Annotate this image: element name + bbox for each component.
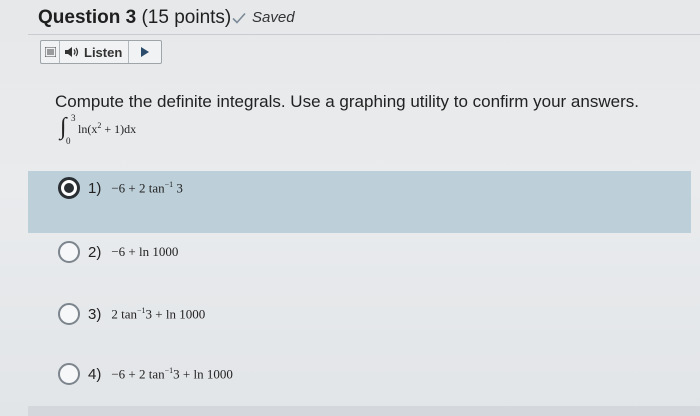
option-expr-b: 3 xyxy=(176,180,183,196)
answer-option-3[interactable]: 3) 2 tan−13 + ln 1000 xyxy=(58,303,205,325)
radio-button[interactable] xyxy=(58,241,80,263)
option-expr-sup: −1 xyxy=(136,305,146,315)
question-points: (15 points) xyxy=(141,7,232,28)
integrand: ln(x2 + 1)dx xyxy=(78,121,136,137)
question-header: Question 3 (15 points) Saved xyxy=(0,0,700,34)
option-expr-a: −6 + ln 1000 xyxy=(111,244,179,259)
integrand-prefix: ln(x xyxy=(78,122,98,136)
integral-upper-limit: 3 xyxy=(71,113,76,123)
radio-button[interactable] xyxy=(58,303,80,325)
integrand-suffix: + 1)dx xyxy=(101,122,137,136)
speaker-icon xyxy=(65,47,79,57)
page-bottom-edge xyxy=(28,406,700,416)
saved-status: Saved xyxy=(232,9,295,26)
radio-dot xyxy=(64,183,74,193)
quiz-page: Question 3 (15 points) Saved Listen Comp… xyxy=(0,0,700,416)
play-button[interactable] xyxy=(129,41,161,63)
answer-option-2[interactable]: 2) −6 + ln 1000 xyxy=(58,241,178,263)
integral-expression: ∫ 3 0 ln(x2 + 1)dx xyxy=(58,112,258,148)
option-expr-b: 3 + ln 1000 xyxy=(145,306,206,322)
header-divider xyxy=(28,34,700,35)
option-number: 3) xyxy=(88,305,102,323)
question-number: Question 3 xyxy=(38,7,137,28)
question-title: Question 3 (15 points) xyxy=(38,7,231,29)
radio-button[interactable] xyxy=(58,363,80,385)
option-expr-sup: −1 xyxy=(164,179,174,189)
option-number: 2) xyxy=(88,243,102,261)
listen-button[interactable]: Listen xyxy=(60,41,130,63)
answer-option-1[interactable]: 1) −6 + 2 tan−1 3 xyxy=(58,177,183,199)
integral-lower-limit: 0 xyxy=(66,136,71,146)
radio-button-selected[interactable] xyxy=(58,177,80,199)
listen-label: Listen xyxy=(84,44,123,60)
option-expr-a: −6 + 2 tan xyxy=(111,366,165,382)
option-expr-a: 2 tan xyxy=(111,306,137,322)
play-icon xyxy=(141,47,150,57)
listen-toolbar: Listen xyxy=(40,40,163,64)
option-number: 1) xyxy=(88,179,102,197)
option-expression: −6 + ln 1000 xyxy=(111,244,178,260)
menu-icon xyxy=(44,47,56,57)
option-expr-sup: −1 xyxy=(164,365,174,375)
saved-label: Saved xyxy=(252,9,295,26)
option-expression: 2 tan−13 + ln 1000 xyxy=(111,306,205,322)
option-number: 4) xyxy=(88,365,102,383)
checkmark-icon xyxy=(232,12,246,24)
menu-button[interactable] xyxy=(41,41,60,63)
answer-option-4[interactable]: 4) −6 + 2 tan−13 + ln 1000 xyxy=(58,363,233,385)
option-expression: −6 + 2 tan−13 + ln 1000 xyxy=(111,366,233,382)
option-expr-a: −6 + 2 tan xyxy=(111,180,165,196)
option-expr-b: 3 + ln 1000 xyxy=(173,366,233,382)
question-prompt: Compute the definite integrals. Use a gr… xyxy=(55,92,639,111)
option-expression: −6 + 2 tan−1 3 xyxy=(111,180,183,196)
